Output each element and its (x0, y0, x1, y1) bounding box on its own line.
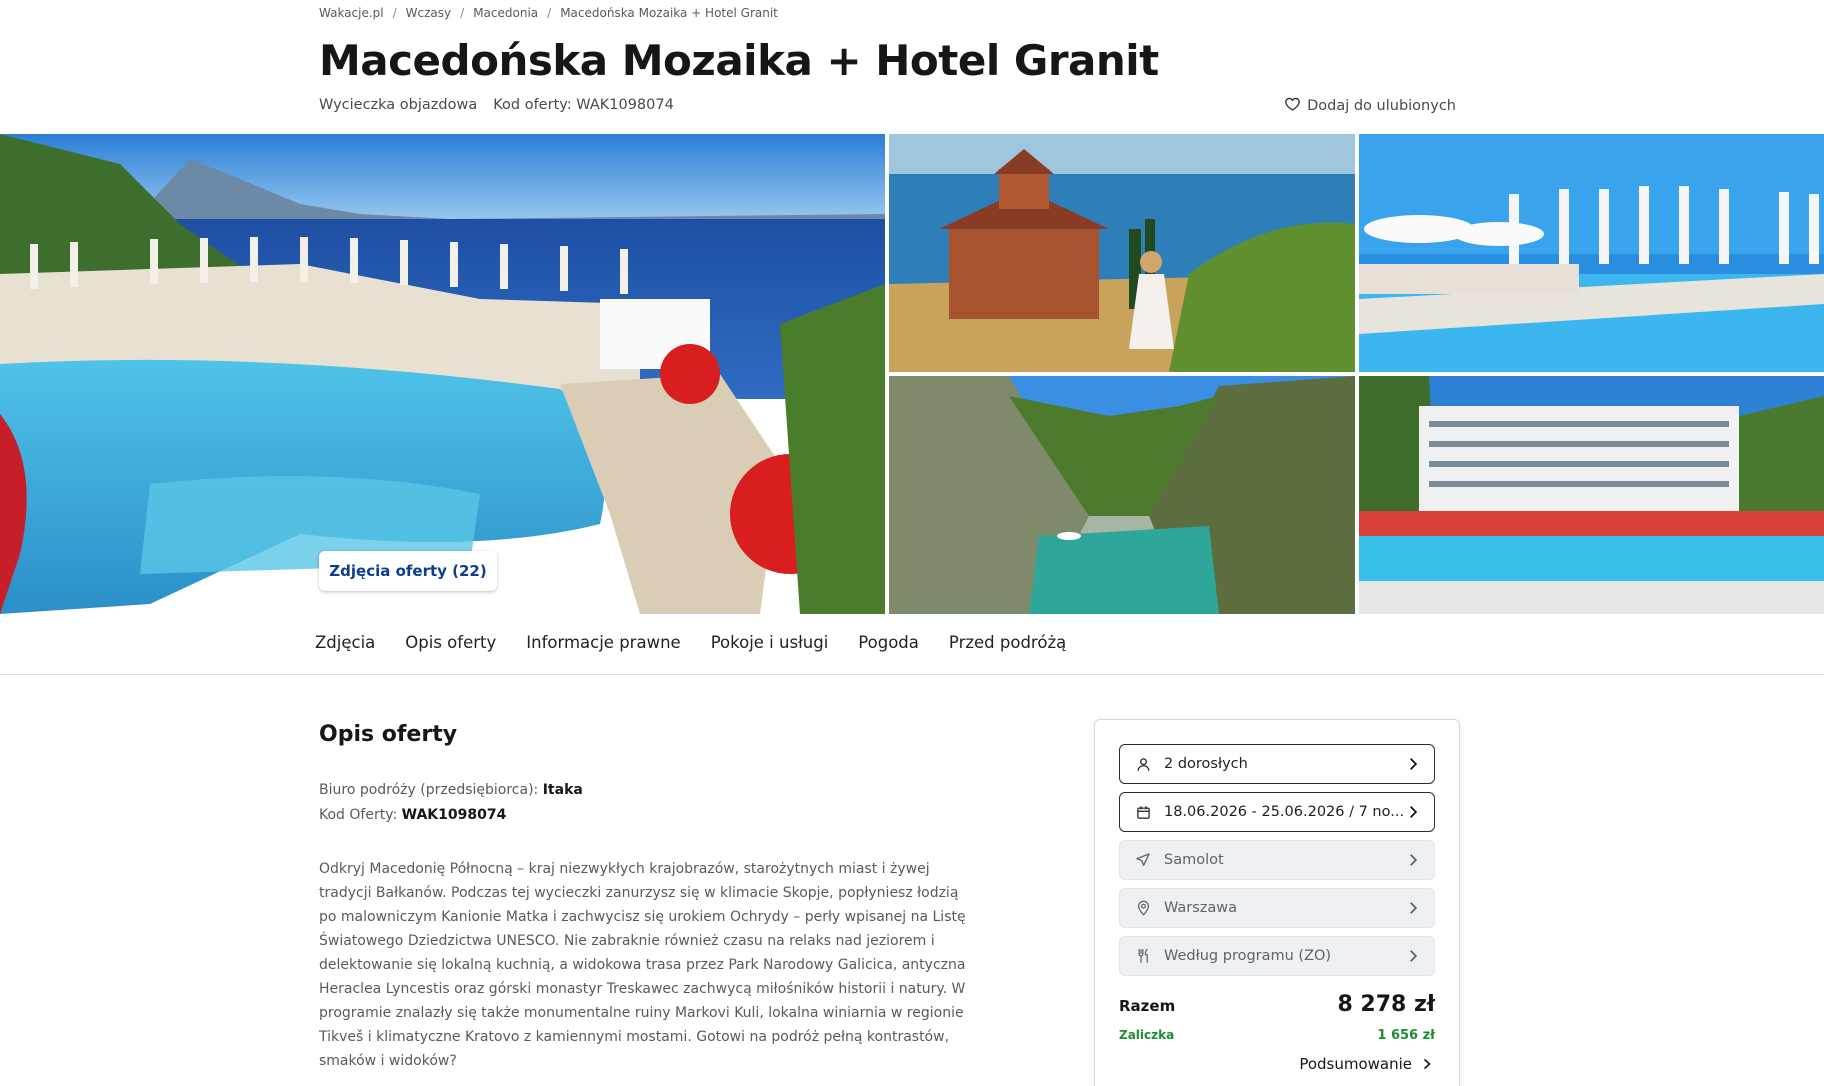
booking-panel: 2 dorosłych 18.06.2026 - 25.06.2026 / 7 … (1094, 719, 1460, 1086)
add-to-favorites-button[interactable]: Dodaj do ulubionych (1285, 97, 1456, 115)
breadcrumb: Wakacje.pl / Wczasy / Macedonia / Macedo… (319, 5, 778, 21)
offer-code: Kod oferty: WAK1098074 (493, 97, 674, 113)
chevron-right-icon (1410, 950, 1418, 962)
trip-type: Wycieczka objazdowa (319, 97, 478, 113)
code-row: Kod Oferty: WAK1098074 (319, 803, 583, 828)
transport-field[interactable]: Samolot (1119, 840, 1435, 880)
departure-field[interactable]: Warszawa (1119, 888, 1435, 928)
total-label: Razem (1119, 997, 1176, 1015)
breadcrumb-separator: / (460, 6, 465, 20)
tab-photos[interactable]: Zdjęcia (315, 633, 375, 652)
user-icon (1134, 755, 1152, 773)
heart-icon (1285, 97, 1300, 115)
summary-link[interactable]: Podsumowanie (1299, 1055, 1433, 1073)
location-pin-icon (1134, 899, 1152, 917)
deposit-row: Zaliczka 1 656 zł (1119, 1028, 1435, 1043)
gallery-photo-church[interactable] (889, 134, 1355, 372)
code-label: Kod Oferty: (319, 807, 398, 823)
offer-description: Odkryj Macedonię Północną – kraj niezwyk… (319, 861, 966, 1069)
chevron-right-icon (1410, 854, 1418, 866)
dates-value: 18.06.2026 - 25.06.2026 / 7 no... (1164, 804, 1405, 820)
page-title: Macedońska Mozaika + Hotel Granit (319, 36, 1159, 85)
gallery-photo-pool-flags[interactable] (1359, 134, 1824, 372)
breadcrumb-item-wczasy[interactable]: Wczasy (406, 6, 451, 20)
offer-subline: Wycieczka objazdowa Kod oferty: WAK10980… (319, 97, 674, 113)
total-row: Razem 8 278 zł (1119, 992, 1435, 1017)
offer-meta: Biuro podróży (przedsiębiorca): Itaka Ko… (319, 778, 583, 828)
offer-tabs: Zdjęcia Opis oferty Informacje prawne Po… (0, 614, 1824, 675)
tab-description[interactable]: Opis oferty (405, 633, 496, 652)
code-value: WAK1098074 (401, 807, 507, 823)
total-price: 8 278 zł (1337, 992, 1435, 1017)
breadcrumb-separator: / (547, 6, 552, 20)
board-field[interactable]: Według programu (ZO) (1119, 936, 1435, 976)
operator-label: Biuro podróży (przedsiębiorca): (319, 782, 539, 798)
breadcrumb-item-home[interactable]: Wakacje.pl (319, 6, 384, 20)
photos-button[interactable]: Zdjęcia oferty (22) (319, 551, 497, 591)
add-to-favorites-label: Dodaj do ulubionych (1307, 98, 1456, 114)
chevron-right-icon (1410, 758, 1418, 770)
dates-field[interactable]: 18.06.2026 - 25.06.2026 / 7 no... (1119, 792, 1435, 832)
transport-value: Samolot (1164, 852, 1224, 868)
board-value: Według programu (ZO) (1164, 948, 1332, 964)
summary-label: Podsumowanie (1299, 1055, 1412, 1073)
breadcrumb-item-current: Macedońska Mozaika + Hotel Granit (560, 6, 778, 20)
gallery-photo-canyon[interactable] (889, 376, 1355, 614)
gallery-photo-main[interactable] (0, 134, 885, 614)
chevron-right-icon (1423, 1058, 1431, 1070)
travelers-field[interactable]: 2 dorosłych (1119, 744, 1435, 784)
operator-value: Itaka (542, 782, 583, 798)
calendar-icon (1134, 803, 1152, 821)
breadcrumb-item-macedonia[interactable]: Macedonia (473, 6, 538, 20)
gallery-photo-hotel[interactable] (1359, 376, 1824, 614)
tab-before-travel[interactable]: Przed podróżą (949, 633, 1066, 652)
photo-gallery: Zdjęcia oferty (22) (0, 134, 1824, 614)
chevron-right-icon (1410, 806, 1418, 818)
cutlery-icon (1134, 947, 1152, 965)
deposit-label: Zaliczka (1119, 1028, 1175, 1042)
operator-row: Biuro podróży (przedsiębiorca): Itaka (319, 778, 583, 803)
section-title: Opis oferty (319, 722, 458, 747)
tab-legal-info[interactable]: Informacje prawne (526, 633, 680, 652)
departure-value: Warszawa (1164, 900, 1238, 916)
plane-icon (1134, 851, 1152, 869)
travelers-value: 2 dorosłych (1164, 756, 1248, 772)
chevron-right-icon (1410, 902, 1418, 914)
tab-weather[interactable]: Pogoda (858, 633, 919, 652)
deposit-price: 1 656 zł (1377, 1028, 1435, 1043)
breadcrumb-separator: / (392, 6, 397, 20)
tab-rooms-services[interactable]: Pokoje i usługi (711, 633, 829, 652)
